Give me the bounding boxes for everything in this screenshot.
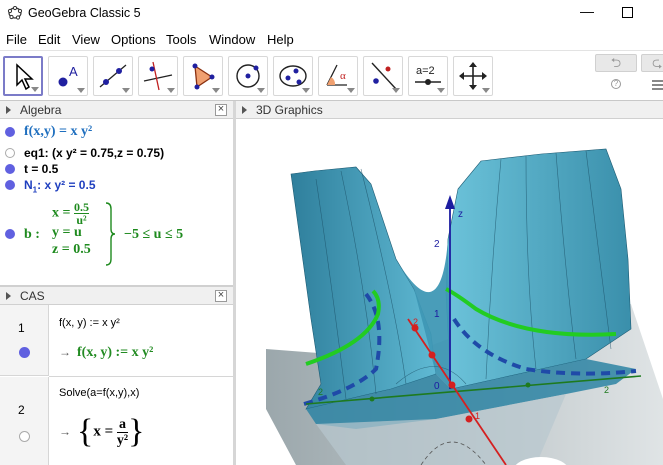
menu-edit[interactable]: Edit xyxy=(38,32,60,47)
visibility-toggle-icon[interactable] xyxy=(19,347,30,358)
origin-label: 0 xyxy=(434,381,440,392)
3d-scene[interactable]: 2 2 z 2 1 0 2 1 xyxy=(236,119,663,465)
collapse-arrow-icon[interactable] xyxy=(6,106,11,114)
origin-point xyxy=(448,381,456,389)
y-axis-tick xyxy=(369,396,375,402)
x-tick-label: 1 xyxy=(475,411,480,421)
maximize-button[interactable] xyxy=(622,7,633,18)
menu-bar: File Edit View Options Tools Window Help xyxy=(0,29,663,51)
collapse-arrow-icon[interactable] xyxy=(242,106,247,114)
y-axis-label: 2 xyxy=(318,387,323,397)
circle-tool-button[interactable] xyxy=(228,56,268,96)
equation-eq1: eq1: (x y² = 0.75,z = 0.75) xyxy=(24,146,165,160)
redo-button[interactable]: ⮎ xyxy=(641,54,663,72)
right-brace-icon xyxy=(105,202,116,266)
visibility-toggle-icon[interactable] xyxy=(19,431,30,442)
cas-input-1[interactable]: f(x, y) := x y² xyxy=(59,317,120,329)
close-algebra-button[interactable]: × xyxy=(215,104,227,116)
line-tool-button[interactable] xyxy=(93,56,133,96)
curve-b-definition: x = 0.5 u² y = u z = 0.5 xyxy=(52,201,91,258)
collapse-arrow-icon[interactable] xyxy=(6,292,11,300)
perpendicular-tool-button[interactable] xyxy=(138,56,178,96)
algebra-row[interactable]: f(x,y) = x y² xyxy=(0,123,233,141)
graphics-3d-view[interactable]: 2 2 z 2 1 0 2 1 xyxy=(236,119,663,465)
angle-tool-button[interactable]: α xyxy=(318,56,358,96)
function-f: f(x,y) = x y² xyxy=(24,124,93,139)
menu-window[interactable]: Window xyxy=(209,32,255,47)
x-axis-tick xyxy=(428,351,436,359)
algebra-row[interactable]: b : x = 0.5 u² y = u z = 0.5 −5 ≤ u ≤ 5 xyxy=(0,199,233,269)
curve-b-label: b : xyxy=(24,227,40,242)
visibility-toggle-icon[interactable] xyxy=(5,229,15,239)
cas-output-1: → f(x, y) := x y² xyxy=(59,345,154,360)
slider-tool-button[interactable]: a=2 xyxy=(408,56,448,96)
polygon-tool-button[interactable] xyxy=(183,56,223,96)
curve-b-x: x = 0.5 u² xyxy=(52,200,89,227)
y-axis-label: 2 xyxy=(604,385,609,395)
algebra-title: Algebra xyxy=(20,103,62,117)
minimize-button[interactable]: — xyxy=(580,2,594,22)
y-axis-tick xyxy=(525,382,531,388)
undo-button[interactable]: ⮌ xyxy=(595,54,637,72)
cas-view: 1 f(x, y) := x y² → f(x, y) := x y² 2 So… xyxy=(0,305,233,465)
cas-title: CAS xyxy=(20,289,45,303)
cas-divider xyxy=(49,376,233,377)
menu-options[interactable]: Options xyxy=(111,32,156,47)
x-axis-tick xyxy=(465,415,473,423)
x-tick-label: 2 xyxy=(413,317,418,327)
z-tick-label: 1 xyxy=(434,309,440,320)
svg-text:A: A xyxy=(69,64,78,79)
algebra-row[interactable]: N1: x y² = 0.5 xyxy=(0,177,233,195)
cas-row-number[interactable]: 2 xyxy=(0,377,49,465)
curve-b-z: z = 0.5 xyxy=(52,242,91,257)
visibility-toggle-icon[interactable] xyxy=(5,148,15,158)
title-bar: GeoGebra Classic 5 — xyxy=(0,0,663,28)
menu-view[interactable]: View xyxy=(72,32,100,47)
z-axis-arrow-icon xyxy=(445,195,455,209)
reflect-tool-button[interactable] xyxy=(363,56,403,96)
svg-text:a=2: a=2 xyxy=(416,65,435,77)
slider-t: t = 0.5 xyxy=(24,162,59,176)
toolbar: A α a=2 xyxy=(0,51,663,101)
graphics3d-header: 3D Graphics xyxy=(236,101,663,119)
move-graphics-tool-button[interactable] xyxy=(453,56,493,96)
menu-help[interactable]: Help xyxy=(267,32,294,47)
cas-row-number[interactable]: 1 xyxy=(0,305,49,376)
cas-output-2: → {x = a y²} xyxy=(59,413,145,450)
close-cas-button[interactable]: × xyxy=(215,290,227,302)
window-title: GeoGebra Classic 5 xyxy=(28,6,141,20)
algebra-row[interactable]: t = 0.5 xyxy=(0,161,233,177)
algebra-row[interactable]: eq1: (x y² = 0.75,z = 0.75) xyxy=(0,145,233,161)
z-tick-label: 2 xyxy=(434,239,440,250)
menu-tools[interactable]: Tools xyxy=(166,32,196,47)
geogebra-logo-icon xyxy=(7,6,23,20)
hamburger-menu-icon[interactable] xyxy=(652,80,663,92)
z-axis-name: z xyxy=(458,209,463,220)
ellipse-tool-button[interactable] xyxy=(273,56,313,96)
graphics3d-title: 3D Graphics xyxy=(256,103,323,117)
visibility-toggle-icon[interactable] xyxy=(5,180,15,190)
move-tool-button[interactable] xyxy=(3,56,43,96)
curve-n1: N1: x y² = 0.5 xyxy=(24,178,96,195)
help-icon[interactable]: ? xyxy=(611,79,621,89)
algebra-view: f(x,y) = x y² eq1: (x y² = 0.75,z = 0.75… xyxy=(0,119,233,285)
visibility-toggle-icon[interactable] xyxy=(5,164,15,174)
algebra-header: Algebra × xyxy=(0,101,233,119)
cas-input-2[interactable]: Solve(a=f(x,y),x) xyxy=(59,387,139,399)
menu-file[interactable]: File xyxy=(6,32,27,47)
curve-b-condition: −5 ≤ u ≤ 5 xyxy=(124,227,184,242)
point-tool-button[interactable]: A xyxy=(48,56,88,96)
svg-text:α: α xyxy=(340,70,346,82)
visibility-toggle-icon[interactable] xyxy=(5,127,15,137)
cas-header: CAS × xyxy=(0,287,233,305)
